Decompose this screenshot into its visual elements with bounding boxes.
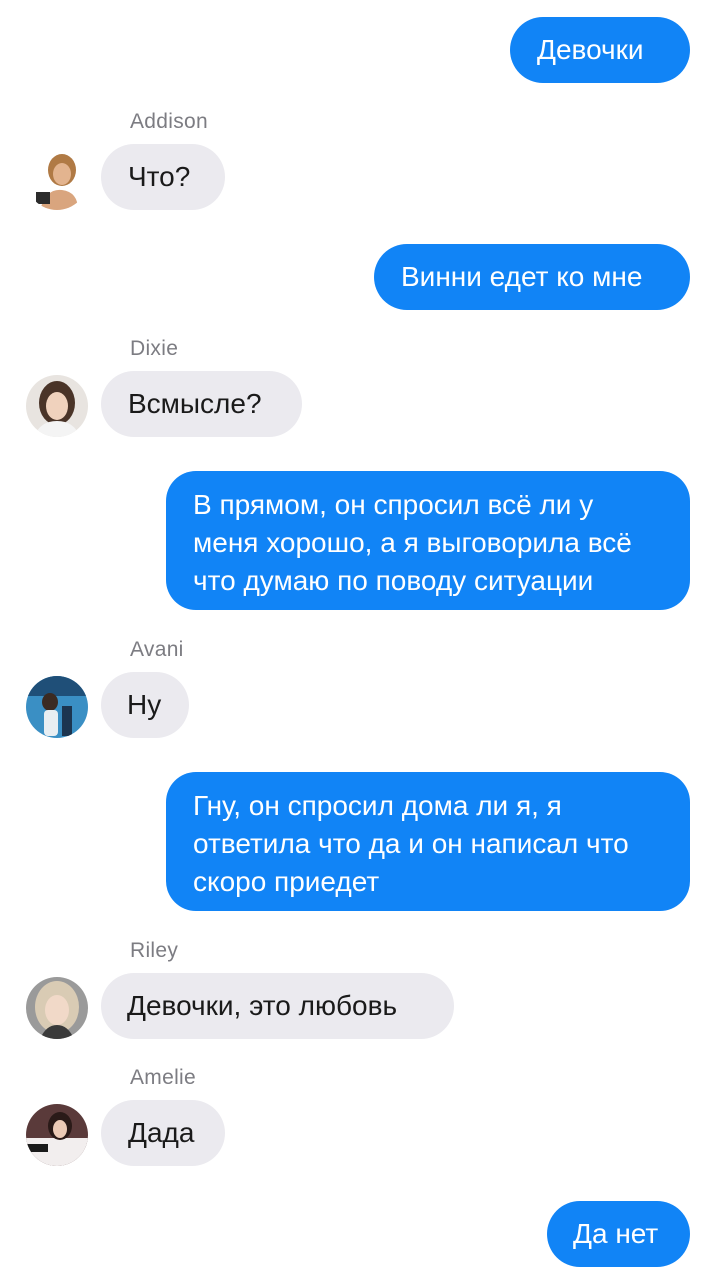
outgoing-message[interactable]: Винни едет ко мне xyxy=(374,244,690,310)
message-text: Что? xyxy=(128,161,191,192)
incoming-message[interactable]: Ну xyxy=(101,672,189,738)
sender-name: Dixie xyxy=(130,337,179,360)
avatar-addison[interactable] xyxy=(26,148,88,210)
avatar-dixie[interactable] xyxy=(26,375,88,437)
message-text: Всмысле? xyxy=(128,388,262,419)
incoming-message[interactable]: Девочки, это любовь xyxy=(101,973,454,1039)
incoming-message[interactable]: Дада xyxy=(101,1100,225,1166)
avatar-amelie[interactable] xyxy=(26,1104,88,1166)
sender-name: Amelie xyxy=(130,1066,196,1089)
sender-name: Avani xyxy=(130,638,184,661)
outgoing-message[interactable]: В прямом, он спросил всё ли у меня хорош… xyxy=(166,471,690,610)
avatar-riley[interactable] xyxy=(26,977,88,1039)
outgoing-message[interactable]: Гну, он спросил дома ли я, я ответила чт… xyxy=(166,772,690,911)
avatar-avani[interactable] xyxy=(26,676,88,738)
sender-name: Riley xyxy=(130,939,179,962)
message-text: Гну, он спросил дома ли я, я ответила чт… xyxy=(193,790,629,897)
message-text: В прямом, он спросил всё ли у меня хорош… xyxy=(193,489,632,596)
incoming-message[interactable]: Что? xyxy=(101,144,225,210)
message-text: Дада xyxy=(128,1117,195,1148)
outgoing-message[interactable]: Девочки xyxy=(510,17,690,83)
message-text: Девочки xyxy=(537,34,644,65)
message-text: Винни едет ко мне xyxy=(401,261,643,292)
sender-name: Addison xyxy=(130,110,208,133)
message-text: Да нет xyxy=(573,1218,659,1249)
message-text: Ну xyxy=(127,689,162,720)
incoming-message[interactable]: Всмысле? xyxy=(101,371,302,437)
outgoing-message[interactable]: Да нет xyxy=(547,1201,690,1267)
message-text: Девочки, это любовь xyxy=(127,990,398,1021)
